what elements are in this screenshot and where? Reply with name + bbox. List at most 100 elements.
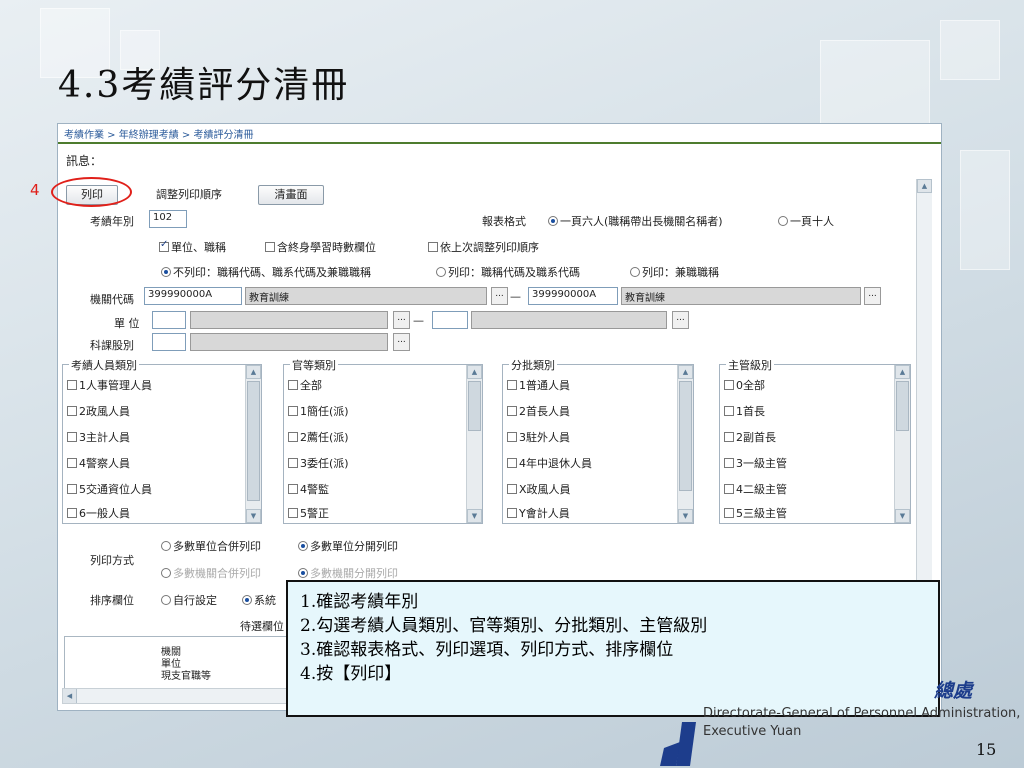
radio[interactable]: [778, 216, 788, 226]
checkbox-checked[interactable]: [159, 239, 169, 252]
radio[interactable]: [161, 568, 171, 578]
scroll-down-icon[interactable]: ▼: [246, 509, 261, 523]
section-code-input[interactable]: [152, 333, 186, 351]
agency-to-lookup-button[interactable]: ...: [864, 287, 881, 305]
checkbox[interactable]: [288, 432, 298, 442]
sort-system-radio[interactable]: 系統: [242, 592, 276, 608]
list-item[interactable]: Y會計人員: [507, 505, 570, 521]
list-item[interactable]: 4二級主管: [724, 481, 787, 497]
group-scrollbar[interactable]: ▲ ▼: [245, 365, 261, 523]
checkbox[interactable]: [67, 458, 77, 468]
checkbox[interactable]: [288, 380, 298, 390]
agencies-merged-radio[interactable]: 多數機關合併列印: [161, 565, 261, 581]
section-lookup-button[interactable]: ...: [393, 333, 410, 351]
unit-from-lookup-button[interactable]: ...: [393, 311, 410, 329]
checkbox[interactable]: [67, 432, 77, 442]
format-option-six[interactable]: 一頁六人(職稱帶出長機關名稱者): [548, 213, 723, 229]
checkbox[interactable]: [724, 380, 734, 390]
list-item[interactable]: 4年中退休人員: [507, 455, 592, 471]
list-item[interactable]: 3委任(派): [288, 455, 349, 471]
year-input[interactable]: 102: [149, 210, 187, 228]
scroll-thumb[interactable]: [896, 381, 909, 431]
checkbox[interactable]: [507, 484, 517, 494]
list-item[interactable]: 0全部: [724, 377, 765, 393]
list-item[interactable]: 3一級主管: [724, 455, 787, 471]
list-item[interactable]: 1簡任(派): [288, 403, 349, 419]
checkbox[interactable]: [67, 508, 77, 518]
no-print-codes-radio[interactable]: 不列印：職稱代碼、職系代碼及兼職職稱: [161, 264, 371, 280]
group-scrollbar[interactable]: ▲ ▼: [677, 365, 693, 523]
scroll-down-icon[interactable]: ▼: [678, 509, 693, 523]
pending-fields-list[interactable]: 機關 單位 現支官職等: [64, 636, 289, 688]
checkbox[interactable]: [724, 432, 734, 442]
list-item[interactable]: 1人事管理人員: [67, 377, 152, 393]
scroll-up-icon[interactable]: ▲: [917, 179, 932, 193]
horizontal-scrollbar[interactable]: ◀: [62, 688, 288, 704]
scroll-thumb[interactable]: [468, 381, 481, 431]
list-item[interactable]: 1首長: [724, 403, 765, 419]
list-item[interactable]: 1普通人員: [507, 377, 570, 393]
checkbox[interactable]: [288, 484, 298, 494]
list-item[interactable]: 2政風人員: [67, 403, 130, 419]
list-item[interactable]: 現支官職等: [161, 667, 211, 682]
format-option-ten[interactable]: 一頁十人: [778, 213, 834, 229]
list-item[interactable]: 6一般人員: [67, 505, 130, 521]
list-item[interactable]: 2首長人員: [507, 403, 570, 419]
checkbox[interactable]: [507, 458, 517, 468]
agency-code-to-input[interactable]: 399990000A: [528, 287, 618, 305]
clear-screen-button[interactable]: 清畫面: [258, 185, 324, 205]
radio[interactable]: [436, 267, 446, 277]
list-item[interactable]: 2薦任(派): [288, 429, 349, 445]
radio-selected[interactable]: [298, 568, 308, 578]
checkbox[interactable]: [288, 458, 298, 468]
sort-custom-radio[interactable]: 自行設定: [161, 592, 217, 608]
agency-code-from-input[interactable]: 399990000A: [144, 287, 242, 305]
list-item[interactable]: 5警正: [288, 505, 329, 521]
scroll-thumb[interactable]: [679, 381, 692, 491]
print-concurrent-radio[interactable]: 列印：兼職職稱: [630, 264, 719, 280]
list-item[interactable]: 3主計人員: [67, 429, 130, 445]
radio-selected[interactable]: [298, 541, 308, 551]
checkbox[interactable]: [724, 484, 734, 494]
scroll-up-icon[interactable]: ▲: [246, 365, 261, 379]
lifelong-hours-checkbox[interactable]: 含終身學習時數欄位: [265, 239, 376, 255]
checkbox[interactable]: [288, 406, 298, 416]
radio-selected[interactable]: [242, 595, 252, 605]
scroll-up-icon[interactable]: ▲: [895, 365, 910, 379]
radio-selected[interactable]: [548, 216, 558, 226]
checkbox[interactable]: [507, 406, 517, 416]
unit-code-to-input[interactable]: [432, 311, 468, 329]
checkbox[interactable]: [724, 458, 734, 468]
unit-to-lookup-button[interactable]: ...: [672, 311, 689, 329]
radio[interactable]: [630, 267, 640, 277]
scroll-down-icon[interactable]: ▼: [467, 509, 482, 523]
unit-title-checkbox[interactable]: 單位、職稱: [159, 239, 226, 255]
list-item[interactable]: 3駐外人員: [507, 429, 570, 445]
group-scrollbar[interactable]: ▲ ▼: [894, 365, 910, 523]
list-item[interactable]: 2副首長: [724, 429, 776, 445]
checkbox[interactable]: [67, 380, 77, 390]
scroll-thumb[interactable]: [247, 381, 260, 501]
unit-code-from-input[interactable]: [152, 311, 186, 329]
checkbox[interactable]: [67, 406, 77, 416]
reorder-print-button[interactable]: 調整列印順序: [140, 185, 238, 205]
agency-from-lookup-button[interactable]: ...: [491, 287, 508, 305]
units-merged-radio[interactable]: 多數單位合併列印: [161, 538, 261, 554]
checkbox[interactable]: [288, 508, 298, 518]
scroll-up-icon[interactable]: ▲: [678, 365, 693, 379]
checkbox[interactable]: [724, 508, 734, 518]
radio[interactable]: [161, 595, 171, 605]
radio-selected[interactable]: [161, 267, 171, 277]
print-codes-radio[interactable]: 列印：職稱代碼及職系代碼: [436, 264, 580, 280]
checkbox[interactable]: [428, 242, 438, 252]
scroll-down-icon[interactable]: ▼: [895, 509, 910, 523]
units-separate-radio[interactable]: 多數單位分開列印: [298, 538, 398, 554]
checkbox[interactable]: [265, 242, 275, 252]
list-item[interactable]: 5交通資位人員: [67, 481, 152, 497]
checkbox[interactable]: [67, 484, 77, 494]
list-item[interactable]: X政風人員: [507, 481, 571, 497]
checkbox[interactable]: [507, 432, 517, 442]
scroll-left-icon[interactable]: ◀: [63, 689, 77, 703]
last-order-checkbox[interactable]: 依上次調整列印順序: [428, 239, 539, 255]
scroll-up-icon[interactable]: ▲: [467, 365, 482, 379]
